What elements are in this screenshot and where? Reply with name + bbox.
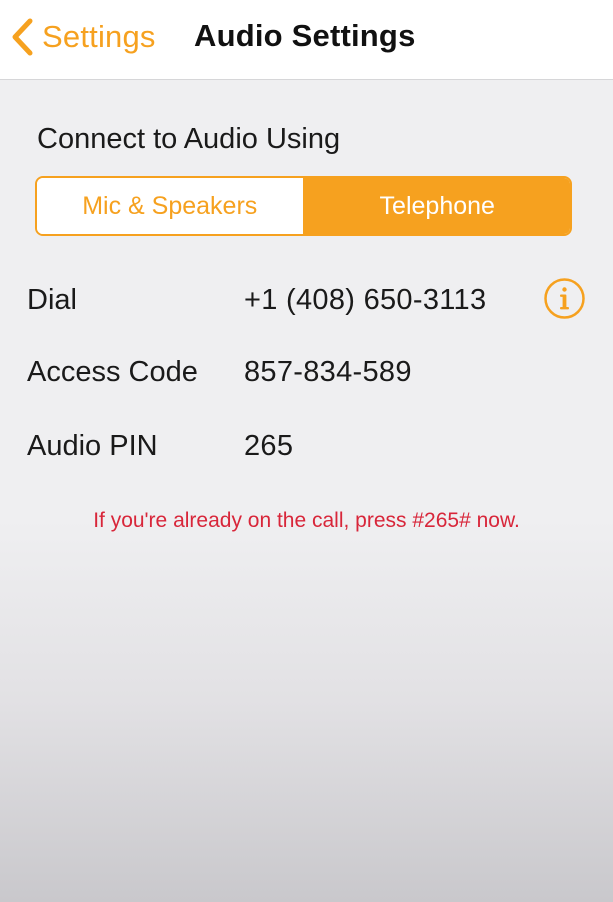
segment-mic-speakers[interactable]: Mic & Speakers [37,178,305,234]
audio-pin-value: 265 [244,430,294,462]
audio-pin-label: Audio PIN [27,430,158,462]
audio-source-segmented-control: Mic & Speakers Telephone [35,176,572,236]
info-circle-icon [544,278,585,319]
access-code-row: Access Code 857-834-589 [0,348,613,398]
page-title: Audio Settings [194,18,416,53]
back-button-label: Settings [42,19,156,54]
dial-row: Dial +1 (408) 650-3113 [0,276,613,326]
navigation-bar: Settings Audio Settings [0,0,613,80]
access-code-label: Access Code [27,356,198,388]
audio-pin-row: Audio PIN 265 [0,422,613,472]
access-code-value: 857-834-589 [244,356,412,388]
info-button[interactable] [543,277,586,320]
chevron-left-icon [12,18,33,56]
segment-telephone[interactable]: Telephone [304,178,570,234]
dial-number[interactable]: +1 (408) 650-3113 [244,284,486,317]
back-button[interactable]: Settings [8,14,156,60]
dial-label: Dial [27,284,77,316]
connect-audio-heading: Connect to Audio Using [37,123,341,155]
already-on-call-notice: If you're already on the call, press #26… [93,509,520,532]
